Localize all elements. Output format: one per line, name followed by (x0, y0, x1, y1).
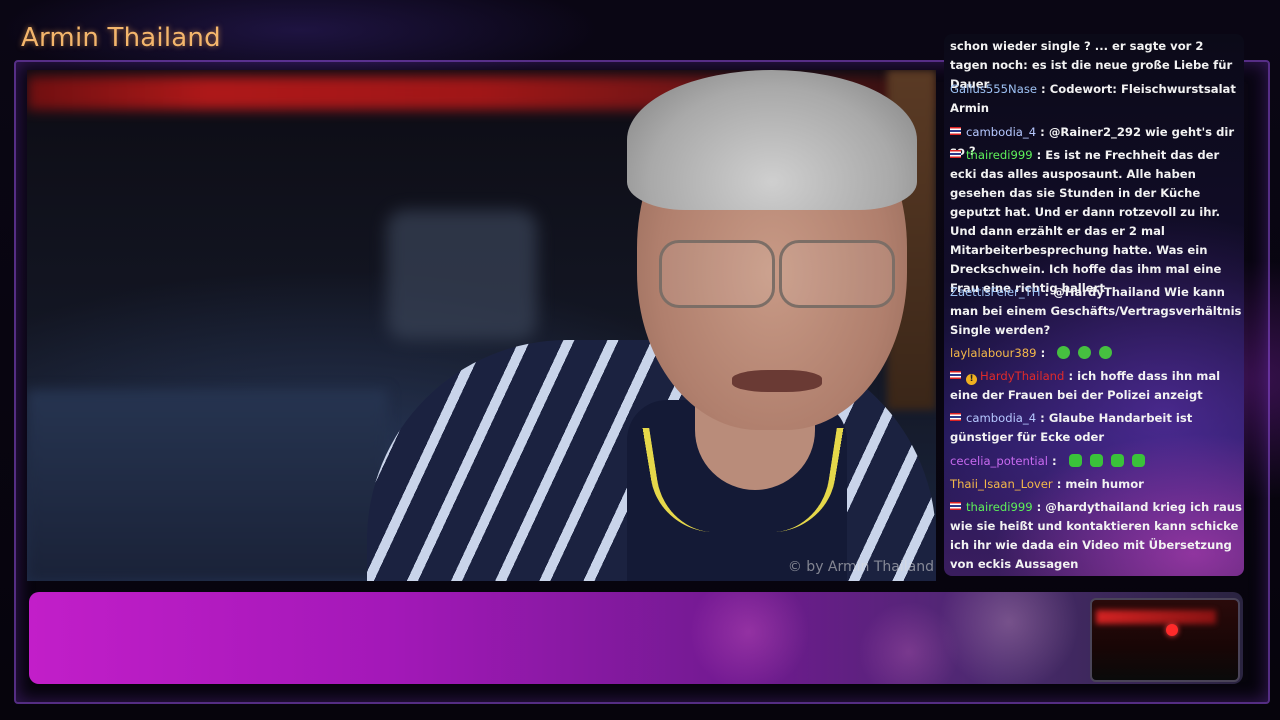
chat-separator: : (1032, 500, 1046, 514)
chat-separator: : (1037, 82, 1050, 96)
chat-separator: : (1064, 369, 1078, 383)
chat-message: ! HardyThailand : ich hoffe dass ihn mal … (950, 367, 1242, 405)
thailand-flag-icon (950, 502, 961, 510)
emote-icon (1089, 454, 1103, 467)
mini-camera-red-light (1096, 610, 1216, 624)
chat-username[interactable]: thairedi999 (966, 500, 1033, 514)
chat-username[interactable]: Gallus555Nase (950, 82, 1037, 96)
person-glasses (649, 240, 899, 310)
background-object (387, 210, 537, 340)
chat-separator: : (1047, 454, 1061, 468)
chat-username[interactable]: thairedi999 (966, 148, 1033, 162)
glasses-lens-left (659, 240, 775, 308)
chat-username[interactable]: cambodia_4 (966, 125, 1036, 139)
webcam-video: © by Armin Thailand (27, 70, 936, 581)
chat-message: laylalabour389 : (950, 344, 1242, 363)
chat-message: ZaettisFeier_TH : @HardyThailand Wie kan… (950, 283, 1242, 340)
chat-username[interactable]: ZaettisFeier_TH (950, 285, 1040, 299)
bottom-banner (29, 592, 1243, 684)
emote-icon (1068, 454, 1082, 467)
chat-message: cecelia_potential : (950, 452, 1242, 471)
mini-camera-red-dot (1166, 624, 1178, 636)
glasses-lens-right (779, 240, 895, 308)
person-mouth (732, 370, 822, 392)
mini-camera-preview (1090, 598, 1240, 682)
video-watermark: © by Armin Thailand (787, 559, 934, 575)
chat-separator: : (1036, 125, 1049, 139)
chat-username[interactable]: laylalabour389 (950, 346, 1037, 360)
chat-message: thairedi999 : Es ist ne Frechheit das de… (950, 146, 1242, 298)
chat-separator: : (1052, 477, 1066, 491)
chat-separator: : (1032, 148, 1046, 162)
chat-username[interactable]: Thaii_Isaan_Lover (950, 477, 1053, 491)
emote-icon (1057, 346, 1071, 359)
chat-username[interactable]: HardyThailand (980, 369, 1064, 383)
chat-message: cambodia_4 : Glaube Handarbeit ist günst… (950, 409, 1242, 447)
emote-icon (1078, 346, 1092, 359)
thailand-flag-icon (950, 371, 961, 379)
chat-separator: : (1036, 411, 1049, 425)
chat-message: Thaii_Isaan_Lover : mein humor (950, 475, 1242, 494)
chat-text: mein humor (1065, 477, 1144, 491)
moderator-badge-icon: ! (966, 374, 977, 385)
emote-icon (1110, 454, 1124, 467)
chat-message: thairedi999 : @hardythailand krieg ich r… (950, 498, 1242, 574)
person-hair (627, 70, 917, 210)
emote-icon (1099, 346, 1113, 359)
chat-username[interactable]: cambodia_4 (966, 411, 1036, 425)
background-desk (27, 390, 387, 581)
thailand-flag-icon (950, 413, 961, 421)
chat-separator: : (1036, 346, 1050, 360)
chat-message: Gallus555Nase : Codewort: Fleischwurstsa… (950, 80, 1242, 118)
chat-overlay: schon wieder single ? ... er sagte vor 2… (944, 34, 1244, 576)
emote-icon (1131, 454, 1145, 467)
channel-title: Armin Thailand (21, 23, 221, 53)
chat-text: Es ist ne Frechheit das der ecki das all… (950, 148, 1222, 295)
person-collar (642, 427, 844, 533)
thailand-flag-icon (950, 150, 961, 158)
thailand-flag-icon (950, 127, 961, 135)
chat-separator: : (1040, 285, 1054, 299)
chat-username[interactable]: cecelia_potential (950, 454, 1048, 468)
